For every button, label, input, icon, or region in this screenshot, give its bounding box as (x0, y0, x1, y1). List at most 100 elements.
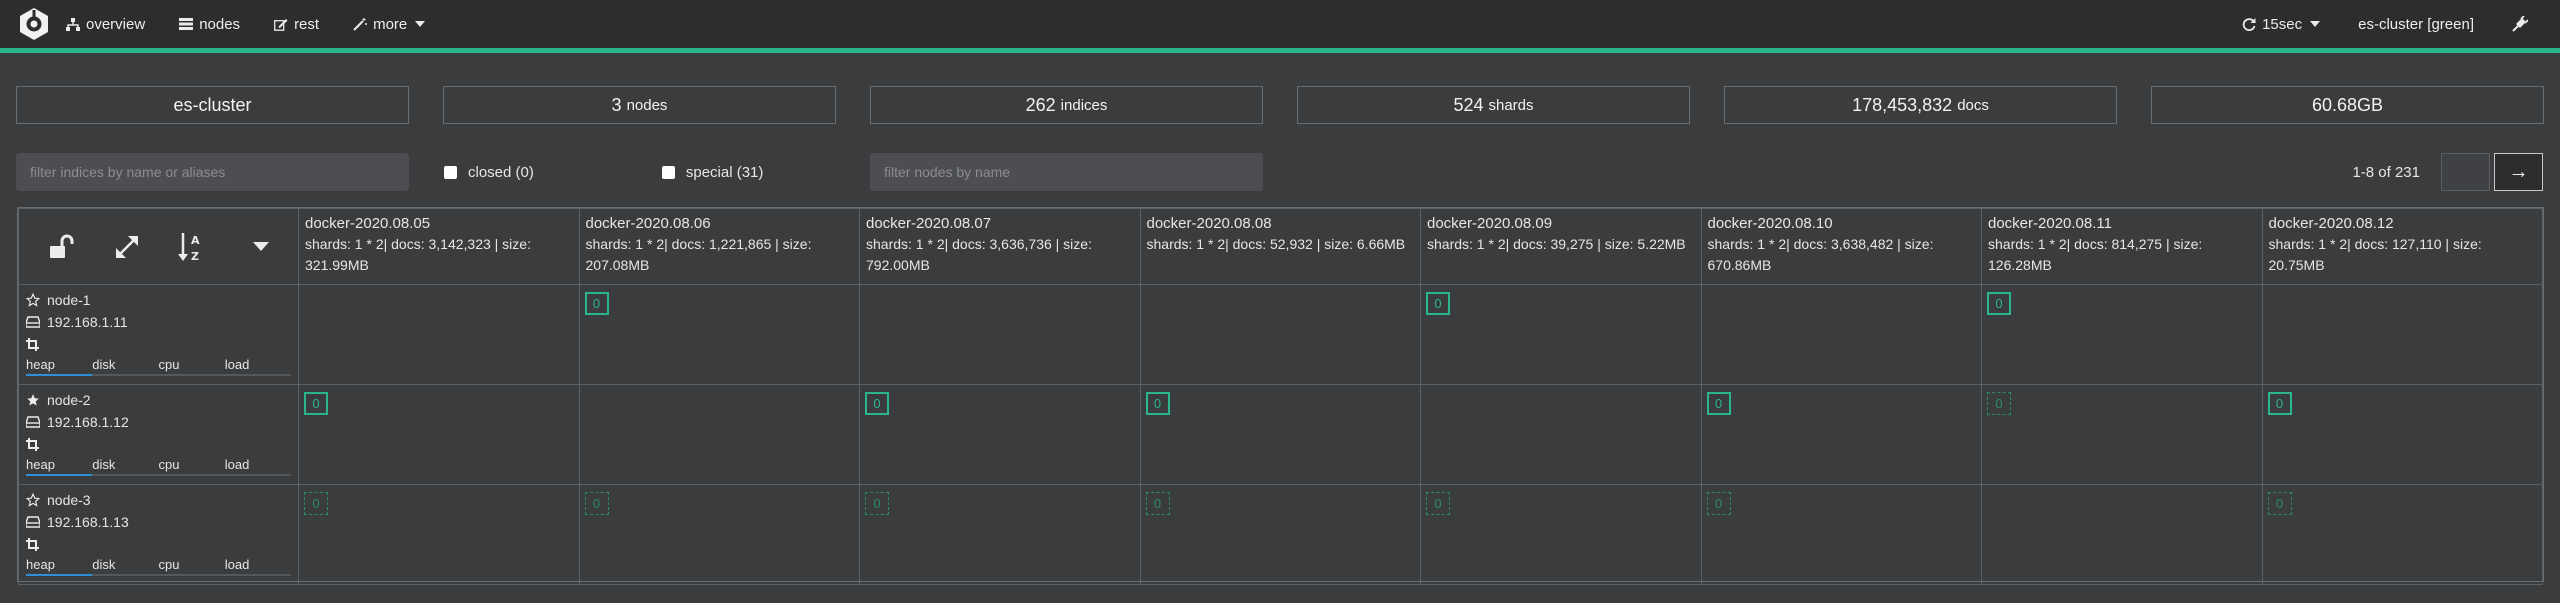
node-info-cell: node-3 192.168.1.13 heap disk cpu load (18, 484, 299, 585)
node-tab-load[interactable]: load (224, 557, 291, 576)
node-tab-load[interactable]: load (224, 357, 291, 376)
filter-nodes-input[interactable] (870, 153, 1263, 191)
replica-shard[interactable]: 0 (1706, 492, 1731, 515)
node-name[interactable]: node-2 (47, 392, 91, 408)
index-name[interactable]: docker-2020.08.10 (1708, 213, 1976, 234)
node-tab-heap[interactable]: heap (26, 457, 93, 476)
sort-alpha-icon[interactable]: AZ (177, 231, 207, 263)
node-info-cell: node-1 192.168.1.11 heap disk cpu load (18, 284, 299, 385)
nav-rest[interactable]: rest (274, 16, 319, 33)
primary-shard[interactable]: 0 (1987, 292, 2011, 315)
replica-shard[interactable]: 0 (1987, 392, 2011, 415)
stat-docs: 178,453,832 docs (1724, 86, 2117, 124)
refresh-interval-label: 15sec (2262, 15, 2303, 33)
index-header: docker-2020.08.09 shards: 1 * 2| docs: 39… (1420, 208, 1702, 285)
shard-allocation-grid: AZ docker-2020.08.05 shards: 1 * 2| docs:… (17, 207, 2544, 585)
expand-icon[interactable] (114, 234, 140, 260)
index-info: shards: 1 * 2| docs: 814,275 | size: 126… (1988, 236, 2203, 273)
cluster-stats: es-cluster 3 nodes 262 indices 524 shards 1… (0, 86, 2560, 124)
node-tab-heap[interactable]: heap (26, 357, 93, 376)
checkbox-box[interactable] (444, 165, 457, 179)
node-tab-cpu[interactable]: cpu (158, 357, 225, 376)
node-name[interactable]: node-1 (47, 292, 91, 308)
index-header: docker-2020.08.10 shards: 1 * 2| docs: 3,… (1700, 208, 1982, 285)
index-header: docker-2020.08.07 shards: 1 * 2| docs: 3,… (859, 208, 1141, 285)
shard-cell (298, 284, 580, 385)
special-checkbox[interactable]: special (31) (661, 164, 763, 181)
chevron-down-icon[interactable] (253, 242, 270, 251)
shard-cell: 0 (578, 484, 860, 585)
node-tab-cpu[interactable]: cpu (158, 557, 225, 576)
pagination: 1-8 of 231 → (2352, 153, 2543, 191)
replica-shard[interactable]: 0 (2267, 492, 2292, 515)
primary-shard[interactable]: 0 (304, 392, 328, 415)
shard-cell: 0 (298, 384, 580, 485)
prev-page-button[interactable] (2441, 153, 2490, 191)
node-tab-cpu[interactable]: cpu (158, 457, 225, 476)
stat-indices: 262 indices (870, 86, 1263, 124)
node-tab-heap[interactable]: heap (26, 557, 93, 576)
index-name[interactable]: docker-2020.08.09 (1427, 213, 1695, 234)
index-info: shards: 1 * 2| docs: 3,636,736 | size: 7… (866, 236, 1092, 273)
nav-rest-label: rest (294, 15, 320, 33)
node-tab-load[interactable]: load (224, 457, 291, 476)
replica-shard[interactable]: 0 (584, 492, 609, 515)
cluster-name-status[interactable]: es-cluster [green] (2358, 16, 2474, 33)
hdd-icon (26, 316, 40, 328)
index-info: shards: 1 * 2| docs: 127,110 | size: 20.… (2268, 236, 2482, 273)
filter-indices-input[interactable] (16, 153, 409, 191)
index-header: docker-2020.08.11 shards: 1 * 2| docs: 81… (1981, 208, 2263, 285)
index-header: docker-2020.08.05 shards: 1 * 2| docs: 3,… (298, 208, 580, 285)
node-row: node-2 192.168.1.12 heap disk cpu load 0 0 0 0 0 0 (18, 384, 2543, 485)
nav-more-dropdown[interactable]: more (353, 15, 426, 33)
nav-accent-line (0, 48, 2560, 53)
index-name[interactable]: docker-2020.08.08 (1147, 213, 1415, 234)
index-name[interactable]: docker-2020.08.06 (586, 213, 854, 234)
index-name[interactable]: docker-2020.08.05 (305, 213, 573, 234)
primary-shard[interactable]: 0 (1145, 392, 1170, 415)
stat-cluster-name: es-cluster (16, 86, 409, 124)
primary-shard[interactable]: 0 (1706, 392, 1731, 415)
hdd-icon (26, 516, 40, 528)
shard-cell: 0 (2261, 384, 2543, 485)
refresh-icon (2242, 18, 2256, 31)
replica-shard[interactable]: 0 (304, 492, 328, 515)
replica-shard[interactable]: 0 (1426, 492, 1450, 515)
cerebro-logo-icon[interactable] (14, 4, 54, 44)
grid-toolbar: AZ (18, 208, 299, 285)
crop-icon (26, 337, 39, 351)
svg-text:A: A (191, 234, 200, 247)
nav-more-label: more (373, 15, 408, 33)
svg-text:Z: Z (191, 250, 199, 263)
node-tab-disk[interactable]: disk (92, 357, 159, 376)
index-name[interactable]: docker-2020.08.11 (1988, 213, 2256, 234)
hdd-icon (26, 416, 40, 428)
magic-icon (353, 17, 368, 31)
node-name[interactable]: node-3 (47, 492, 91, 508)
refresh-interval-dropdown[interactable]: 15sec (2242, 15, 2321, 33)
checkbox-box[interactable] (661, 165, 675, 179)
crop-icon (26, 437, 39, 451)
stat-size: 60.68GB (2151, 86, 2544, 124)
disconnect-button[interactable] (2512, 16, 2534, 32)
index-name[interactable]: docker-2020.08.07 (866, 213, 1134, 234)
shard-cell: 0 (1420, 484, 1702, 585)
primary-shard[interactable]: 0 (584, 292, 609, 315)
primary-shard[interactable]: 0 (1426, 292, 1450, 315)
node-ip: 192.168.1.11 (47, 314, 128, 330)
primary-shard[interactable]: 0 (865, 392, 889, 415)
node-info-cell: node-2 192.168.1.12 heap disk cpu load (18, 384, 299, 485)
shard-cell (1981, 484, 2263, 585)
next-page-button[interactable]: → (2494, 153, 2543, 191)
primary-shard[interactable]: 0 (2267, 392, 2292, 415)
index-name[interactable]: docker-2020.08.12 (2269, 213, 2537, 234)
replica-shard[interactable]: 0 (865, 492, 889, 515)
unlock-icon[interactable] (48, 233, 76, 261)
nav-nodes[interactable]: nodes (179, 16, 240, 33)
node-tab-disk[interactable]: disk (92, 557, 159, 576)
nav-nodes-label: nodes (199, 15, 241, 33)
closed-checkbox[interactable]: closed (0) (444, 164, 534, 181)
replica-shard[interactable]: 0 (1145, 492, 1170, 515)
node-tab-disk[interactable]: disk (92, 457, 159, 476)
nav-overview[interactable]: overview (66, 16, 145, 33)
